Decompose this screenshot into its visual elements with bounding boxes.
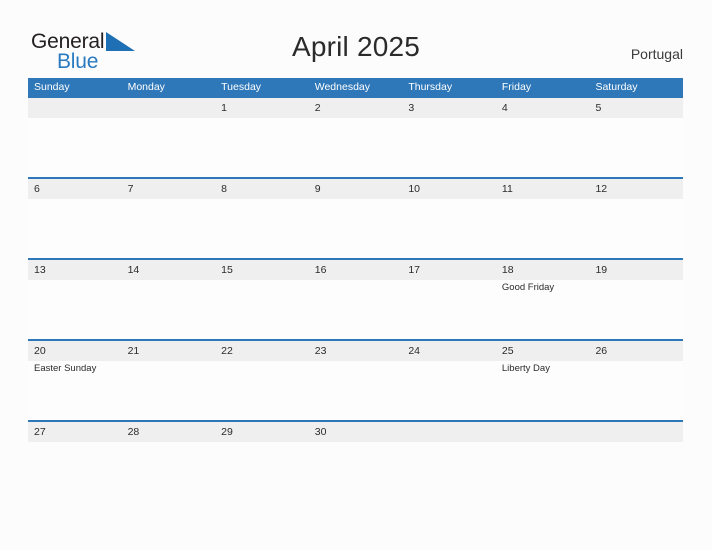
page-title: April 2025 <box>291 31 421 62</box>
day-number: 13 <box>34 264 46 276</box>
weekday-header-saturday: Saturday <box>595 81 638 93</box>
weekday-header-wednesday: Wednesday <box>314 81 370 93</box>
calendar-grid: Sunday Monday Tuesday Wednesday Thursday… <box>28 78 684 442</box>
day-number: 28 <box>127 426 140 438</box>
weekday-header-monday: Monday <box>127 81 165 93</box>
day-cell[interactable]: 1 <box>215 98 309 177</box>
day-cell[interactable]: 11 <box>495 179 590 258</box>
day-number: 3 <box>408 102 415 114</box>
day-number: 18 <box>501 264 514 276</box>
day-number: 2 <box>314 102 321 114</box>
day-cell[interactable]: 14 <box>121 260 216 339</box>
day-cell[interactable]: 16 <box>308 260 403 339</box>
day-cell[interactable]: 30 <box>308 422 403 442</box>
day-number: 26 <box>595 345 608 357</box>
day-cell[interactable] <box>589 422 684 442</box>
day-number: 10 <box>408 183 420 195</box>
day-number: 11 <box>501 183 513 195</box>
day-number: 22 <box>221 345 233 357</box>
day-number: 21 <box>127 345 140 357</box>
page-header: General Blue April 2025 Portugal <box>0 0 712 78</box>
calendar-page: General Blue April 2025 Portugal Sunday … <box>0 0 712 550</box>
day-number: 16 <box>314 264 327 276</box>
day-number: 19 <box>595 264 608 276</box>
weekday-header-tuesday: Tuesday <box>221 81 262 93</box>
day-cell[interactable]: 15 <box>215 260 309 339</box>
country-label: Portugal <box>630 46 683 62</box>
calendar-week-row: 1 2 3 4 5 <box>28 96 684 177</box>
day-cell[interactable]: 12 <box>589 179 684 258</box>
day-number: 1 <box>221 102 227 114</box>
day-cell[interactable]: 24 <box>402 341 496 420</box>
day-number: 6 <box>34 183 40 195</box>
day-number: 23 <box>314 345 327 357</box>
day-cell[interactable]: 27 <box>28 422 122 442</box>
weekday-header-row: Sunday Monday Tuesday Wednesday Thursday… <box>28 78 683 96</box>
day-cell[interactable] <box>495 422 590 442</box>
day-cell[interactable] <box>402 422 496 442</box>
calendar-week-row: 13 14 15 16 17 18 Good Friday 19 <box>28 258 684 339</box>
calendar-week-row: 6 7 8 9 10 11 12 <box>28 177 684 258</box>
day-cell[interactable]: 9 <box>308 179 403 258</box>
day-cell[interactable]: 25 Liberty Day <box>495 341 590 420</box>
day-event: Easter Sunday <box>34 363 97 374</box>
day-number: 5 <box>595 102 602 114</box>
day-number: 24 <box>408 345 420 357</box>
day-cell[interactable]: 26 <box>589 341 684 420</box>
day-number: 12 <box>595 183 608 195</box>
day-cell[interactable]: 23 <box>308 341 403 420</box>
day-number: 30 <box>314 426 327 438</box>
weekday-header-sunday: Sunday <box>34 81 70 93</box>
day-number: 17 <box>408 264 420 276</box>
calendar-week-row: 20 Easter Sunday 21 22 23 24 25 Liberty … <box>28 339 684 420</box>
day-cell[interactable] <box>121 98 216 177</box>
day-number: 25 <box>501 345 514 357</box>
day-event: Liberty Day <box>501 363 550 374</box>
day-number: 29 <box>221 426 233 438</box>
day-number: 7 <box>127 183 134 195</box>
day-number: 20 <box>34 345 46 357</box>
day-number: 15 <box>221 264 233 276</box>
day-cell[interactable]: 20 Easter Sunday <box>28 341 122 420</box>
calendar-week-row: 27 28 29 30 <box>28 420 684 442</box>
weekday-header-friday: Friday <box>501 81 532 93</box>
day-cell[interactable]: 10 <box>402 179 496 258</box>
day-cell[interactable]: 8 <box>215 179 309 258</box>
day-number: 14 <box>127 264 140 276</box>
day-cell[interactable]: 3 <box>402 98 496 177</box>
day-cell[interactable]: 21 <box>121 341 216 420</box>
day-cell[interactable]: 17 <box>402 260 496 339</box>
day-cell[interactable]: 28 <box>121 422 216 442</box>
day-cell[interactable]: 22 <box>215 341 309 420</box>
day-cell[interactable]: 6 <box>28 179 122 258</box>
day-cell[interactable]: 19 <box>589 260 684 339</box>
day-event: Good Friday <box>501 282 555 293</box>
day-cell[interactable]: 4 <box>495 98 590 177</box>
day-cell[interactable]: 2 <box>308 98 403 177</box>
day-number: 9 <box>314 183 321 195</box>
weekday-header-thursday: Thursday <box>408 81 453 93</box>
day-number: 4 <box>501 102 508 114</box>
day-cell[interactable]: 18 Good Friday <box>495 260 590 339</box>
day-cell[interactable]: 5 <box>589 98 684 177</box>
day-number: 27 <box>34 426 46 438</box>
day-cell[interactable] <box>28 98 122 177</box>
day-cell[interactable]: 7 <box>121 179 216 258</box>
day-cell[interactable]: 29 <box>215 422 309 442</box>
day-number: 8 <box>221 183 227 195</box>
day-cell[interactable]: 13 <box>28 260 122 339</box>
